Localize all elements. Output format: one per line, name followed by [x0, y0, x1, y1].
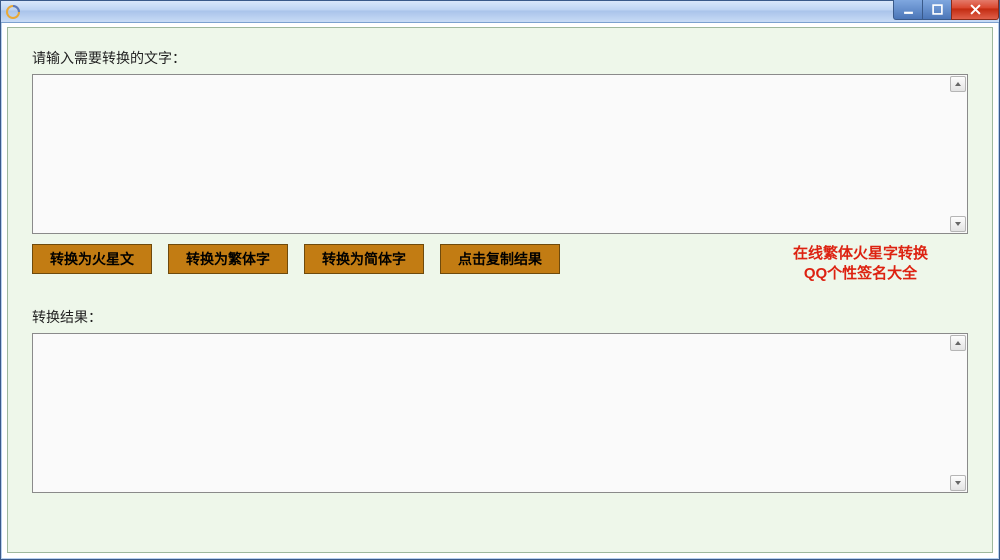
promo-line-1: 在线繁体火星字转换	[793, 244, 928, 264]
convert-to-traditional-button[interactable]: 转换为繁体字	[168, 244, 288, 274]
copy-result-button[interactable]: 点击复制结果	[440, 244, 560, 274]
app-window: 请输入需要转换的文字： 转换为火星文 转换为繁体字 转换为简体字 点击复制结果 …	[0, 0, 1000, 560]
result-label: 转换结果：	[32, 307, 968, 327]
client-area: 请输入需要转换的文字： 转换为火星文 转换为繁体字 转换为简体字 点击复制结果 …	[7, 27, 993, 553]
input-textarea-wrap	[32, 74, 968, 234]
app-icon	[5, 4, 21, 20]
toolbar: 转换为火星文 转换为繁体字 转换为简体字 点击复制结果 在线繁体火星字转换 QQ…	[32, 244, 968, 285]
result-textarea-wrap	[32, 333, 968, 493]
convert-to-mars-button[interactable]: 转换为火星文	[32, 244, 152, 274]
source-textarea[interactable]	[33, 75, 967, 230]
scroll-up-icon[interactable]	[950, 76, 966, 92]
titlebar[interactable]	[1, 1, 999, 23]
scroll-down-icon[interactable]	[950, 475, 966, 491]
window-maximize-button[interactable]	[922, 0, 952, 20]
promo-line-2: QQ个性签名大全	[793, 264, 928, 284]
scroll-up-icon[interactable]	[950, 335, 966, 351]
convert-to-simplified-button[interactable]: 转换为简体字	[304, 244, 424, 274]
promo-text: 在线繁体火星字转换 QQ个性签名大全	[793, 244, 968, 285]
window-minimize-button[interactable]	[893, 0, 923, 20]
window-close-button[interactable]	[951, 0, 999, 20]
input-label: 请输入需要转换的文字：	[32, 48, 968, 68]
result-textarea[interactable]	[33, 334, 967, 489]
scroll-down-icon[interactable]	[950, 216, 966, 232]
